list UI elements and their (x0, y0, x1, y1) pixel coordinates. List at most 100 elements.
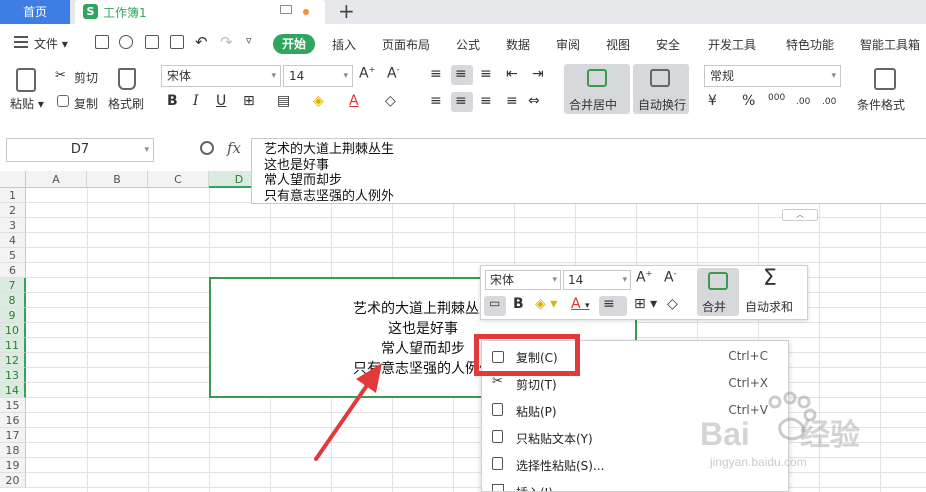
sum-icon[interactable]: Σ (763, 266, 777, 291)
row-header-2[interactable]: 2 (0, 203, 26, 218)
row-header-18[interactable]: 18 (0, 443, 26, 458)
row-header-9[interactable]: 9 (0, 308, 26, 323)
column-header-c[interactable]: C (148, 171, 209, 188)
name-box[interactable]: D7 (6, 138, 154, 162)
format-painter-button[interactable]: 格式刷 (108, 95, 144, 112)
row-header-17[interactable]: 17 (0, 428, 26, 443)
row-header-20[interactable]: 20 (0, 473, 26, 488)
row-header-8[interactable]: 8 (0, 293, 26, 308)
number-format-select[interactable]: 常规 (704, 65, 841, 87)
row-header-3[interactable]: 3 (0, 218, 26, 233)
row-header-12[interactable]: 12 (0, 353, 26, 368)
function-icon[interactable]: fx (227, 139, 241, 157)
align-bottom-icon[interactable]: ≡ (480, 66, 492, 82)
paste-icon[interactable] (16, 68, 36, 92)
row-header-1[interactable]: 1 (0, 188, 26, 203)
new-tab-button[interactable]: + (338, 0, 355, 22)
tab-review[interactable]: 审阅 (556, 36, 580, 53)
column-header-a[interactable]: A (26, 171, 87, 188)
hamburger-icon[interactable] (14, 36, 28, 48)
tab-smart-toolbox[interactable]: 智能工具箱 (860, 36, 920, 53)
currency-icon[interactable]: ¥ (708, 93, 717, 109)
scissors-icon[interactable]: ✂ (55, 68, 66, 83)
paste-button[interactable]: 粘贴 ▾ (10, 95, 44, 112)
tab-developer[interactable]: 开发工具 (708, 36, 756, 53)
select-all-corner[interactable] (0, 171, 26, 188)
distributed-icon[interactable]: ⇔ (528, 93, 540, 109)
row-header-11[interactable]: 11 (0, 338, 26, 353)
underline-icon[interactable]: U (216, 93, 226, 109)
row-header-4[interactable]: 4 (0, 233, 26, 248)
row-header-15[interactable]: 15 (0, 398, 26, 413)
mini-border-icon[interactable]: ⊞ ▾ (634, 296, 657, 312)
row-header-19[interactable]: 19 (0, 458, 26, 473)
tab-security[interactable]: 安全 (656, 36, 680, 53)
align-middle-icon[interactable]: ≡ (455, 66, 467, 82)
font-color-icon[interactable]: A (349, 93, 359, 109)
tab-view[interactable]: 视图 (606, 36, 630, 53)
home-tab[interactable]: 首页 (0, 0, 70, 24)
tab-insert[interactable]: 插入 (332, 36, 356, 53)
workbook-tab[interactable]: S 工作簿1 (75, 0, 325, 24)
row-header-5[interactable]: 5 (0, 248, 26, 263)
align-left-icon[interactable]: ≡ (430, 93, 442, 109)
mini-font-name-select[interactable]: 宋体 (485, 270, 561, 290)
monitor-icon[interactable] (280, 5, 292, 14)
mini-autosum-button[interactable]: 自动求和 (745, 298, 793, 315)
font-name-select[interactable]: 宋体 (161, 65, 281, 87)
eraser-icon[interactable]: ◇ (385, 93, 396, 109)
tab-data[interactable]: 数据 (506, 36, 530, 53)
tab-formulas[interactable]: 公式 (456, 36, 480, 53)
cut-button[interactable]: 剪切 (74, 69, 98, 86)
copy-icon[interactable] (57, 95, 69, 107)
decrease-decimal-icon[interactable]: .00 (822, 97, 836, 107)
collapse-formula-button[interactable]: ︿ (782, 209, 818, 221)
tab-start[interactable]: 开始 (273, 34, 315, 54)
increase-font-icon[interactable]: A+ (359, 65, 375, 82)
print-preview-icon[interactable] (170, 35, 184, 49)
menu-item-insert[interactable]: 插入(I) (482, 478, 788, 491)
font-size-select[interactable]: 14 (283, 65, 353, 87)
border-icon[interactable]: ⊞ (243, 93, 255, 109)
search-icon[interactable] (200, 141, 214, 155)
cell-format-icon[interactable]: ▤ (277, 93, 290, 109)
redo-icon[interactable]: ↷ (220, 33, 233, 51)
row-header-14[interactable]: 14 (0, 383, 26, 398)
row-header-6[interactable]: 6 (0, 263, 26, 278)
align-center-icon[interactable]: ≡ (455, 93, 467, 109)
conditional-format-icon[interactable] (874, 68, 896, 90)
increase-decimal-icon[interactable]: .00 (796, 97, 810, 107)
tab-features[interactable]: 特色功能 (786, 36, 834, 53)
conditional-format-button[interactable]: 条件格式 (857, 96, 905, 113)
save-icon[interactable] (95, 35, 109, 49)
quick-access-dropdown-icon[interactable]: ▿ (246, 34, 252, 47)
menu-file[interactable]: 文件 ▾ (34, 35, 68, 52)
align-right-icon[interactable]: ≡ (480, 93, 492, 109)
mini-font-size-select[interactable]: 14 (563, 270, 631, 290)
align-top-icon[interactable]: ≡ (430, 66, 442, 82)
decrease-indent-icon[interactable]: ⇤ (506, 66, 518, 82)
bold-icon[interactable]: B (167, 93, 178, 109)
mini-bold-icon[interactable]: B (513, 296, 524, 312)
italic-icon[interactable]: I (193, 93, 199, 109)
copy-button[interactable]: 复制 (74, 95, 98, 112)
format-painter-icon[interactable] (118, 68, 136, 90)
mini-font-color-icon[interactable]: A ▾ (571, 296, 590, 312)
row-header-16[interactable]: 16 (0, 413, 26, 428)
print-icon[interactable] (145, 35, 159, 49)
export-icon[interactable] (119, 35, 133, 49)
column-header-b[interactable]: B (87, 171, 148, 188)
formula-input[interactable]: 艺术的大道上荆棘丛生 这也是好事 常人望而却步 只有意志坚强的人例外 (251, 138, 926, 204)
increase-indent-icon[interactable]: ⇥ (532, 66, 544, 82)
mini-eraser-icon[interactable]: ◇ (667, 296, 678, 312)
mini-decrease-font-icon[interactable]: A- (664, 269, 676, 286)
thousands-separator-icon[interactable]: 000 (768, 93, 785, 103)
justify-icon[interactable]: ≡ (506, 93, 518, 109)
fill-color-icon[interactable]: ◈ (313, 93, 324, 109)
mini-increase-font-icon[interactable]: A+ (636, 269, 652, 286)
decrease-font-icon[interactable]: A- (387, 65, 399, 82)
mini-fill-color-icon[interactable]: ◈ ▾ (535, 296, 557, 312)
row-header-7[interactable]: 7 (0, 278, 26, 293)
row-header-13[interactable]: 13 (0, 368, 26, 383)
undo-icon[interactable]: ↶ (195, 33, 208, 51)
